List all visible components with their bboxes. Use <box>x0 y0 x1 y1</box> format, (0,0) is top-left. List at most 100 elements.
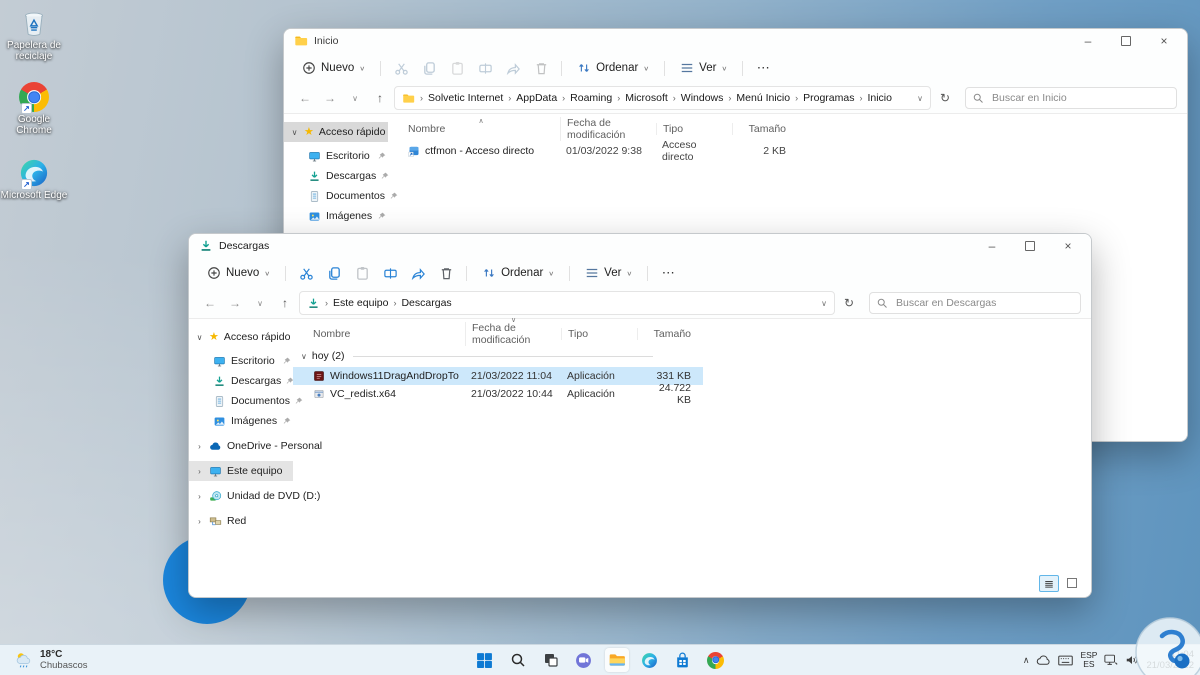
column-header-fecha[interactable]: ∨ Fecha de modificación <box>465 317 561 346</box>
sort-button[interactable]: Ordenar ∨ <box>474 263 562 283</box>
more-options-button[interactable]: ⋯ <box>655 262 681 284</box>
rename-button[interactable] <box>472 57 498 79</box>
paste-button[interactable] <box>444 57 470 79</box>
sidebar-item-documentos[interactable]: Documentos <box>284 186 398 206</box>
refresh-button[interactable]: ↻ <box>838 296 860 310</box>
view-button[interactable]: Ver ∨ <box>577 263 640 283</box>
share-button[interactable] <box>500 57 526 79</box>
close-button[interactable]: × <box>1145 30 1183 52</box>
breadcrumb[interactable]: › Este equipo › Descargas ∨ <box>299 291 835 315</box>
chat-button[interactable] <box>572 648 596 672</box>
sidebar-item-imagenes[interactable]: Imágenes <box>284 206 388 226</box>
breadcrumb-item[interactable]: Descargas <box>401 297 451 309</box>
column-header-nombre[interactable]: Nombre <box>307 328 465 340</box>
file-row-ctfmon[interactable]: ctfmon - Acceso directo 01/03/2022 9:38 … <box>388 139 1187 163</box>
cut-button[interactable] <box>293 262 319 284</box>
chevron-down-icon: ∨ <box>291 127 298 137</box>
close-button[interactable]: × <box>1049 235 1087 257</box>
view-button[interactable]: Ver ∨ <box>672 58 735 78</box>
sidebar-item-este-equipo[interactable]: › Este equipo <box>189 461 293 481</box>
sidebar-item-documentos[interactable]: Documentos <box>189 391 303 411</box>
titlebar[interactable]: Descargas – × <box>189 234 1091 258</box>
column-header-nombre[interactable]: ∧ Nombre <box>402 118 560 135</box>
paste-button[interactable] <box>349 262 375 284</box>
task-view-button[interactable] <box>539 648 563 672</box>
maximize-button[interactable] <box>1011 235 1049 257</box>
new-button[interactable]: Nuevo ∨ <box>199 263 278 283</box>
onedrive-tray-icon[interactable] <box>1036 654 1051 666</box>
delete-button[interactable] <box>433 262 459 284</box>
this-pc-icon <box>210 466 221 476</box>
column-header-tamano[interactable]: Tamaño <box>732 123 792 135</box>
breadcrumb[interactable]: › Solvetic Internet › AppData › Roaming … <box>394 86 931 110</box>
desktop-icon-microsoft-edge[interactable]: ↗ Microsoft Edge <box>0 158 68 201</box>
more-options-button[interactable]: ⋯ <box>750 57 776 79</box>
tray-overflow-button[interactable]: ∧ <box>1023 655 1030 666</box>
breadcrumb-item[interactable]: Este equipo <box>333 297 388 309</box>
microsoft-store-button[interactable] <box>671 648 695 672</box>
sidebar-item-onedrive[interactable]: › OneDrive - Personal <box>189 436 322 456</box>
breadcrumb-item[interactable]: Solvetic Internet <box>428 92 503 104</box>
sidebar-item-descargas[interactable]: Descargas <box>189 371 294 391</box>
back-button[interactable]: ← <box>199 296 221 310</box>
forward-button[interactable]: → <box>224 296 246 310</box>
titlebar[interactable]: Inicio – × <box>284 29 1187 53</box>
sidebar-item-descargas[interactable]: Descargas <box>284 166 389 186</box>
file-row-vc-redist-x64[interactable]: VC_redist.x64 21/03/2022 10:44 Aplicació… <box>293 382 703 406</box>
minimize-button[interactable]: – <box>1069 30 1107 52</box>
share-button[interactable] <box>405 262 431 284</box>
column-header-tipo[interactable]: Tipo <box>561 328 637 340</box>
chevron-right-icon: › <box>562 93 566 103</box>
maximize-button[interactable] <box>1107 30 1145 52</box>
language-indicator[interactable]: ESP ES <box>1080 651 1097 669</box>
address-dropdown-button[interactable]: ∨ <box>917 94 923 103</box>
desktop-icon-recycle-bin[interactable]: Papelera de reciclaje <box>0 8 68 62</box>
breadcrumb-item[interactable]: Roaming <box>570 92 612 104</box>
breadcrumb-item[interactable]: Inicio <box>867 92 892 104</box>
recent-locations-button[interactable]: ∨ <box>249 299 271 308</box>
sidebar-item-escritorio[interactable]: Escritorio <box>284 146 388 166</box>
breadcrumb-item[interactable]: Windows <box>681 92 724 104</box>
search-input[interactable] <box>965 87 1177 109</box>
copy-button[interactable] <box>321 262 347 284</box>
details-view-button[interactable] <box>1039 575 1059 592</box>
new-button[interactable]: Nuevo ∨ <box>294 58 373 78</box>
sort-button[interactable]: Ordenar ∨ <box>569 58 657 78</box>
up-button[interactable]: ↑ <box>369 91 391 105</box>
minimize-button[interactable]: – <box>973 235 1011 257</box>
sidebar-item-red[interactable]: › Red <box>189 511 293 531</box>
file-explorer-button[interactable] <box>604 648 629 672</box>
sidebar-item-quick-access[interactable]: ∨ ★ Acceso rápido <box>284 122 388 142</box>
start-button[interactable] <box>473 648 497 672</box>
address-dropdown-button[interactable]: ∨ <box>821 299 827 308</box>
sidebar-item-escritorio[interactable]: Escritorio <box>189 351 293 371</box>
search-input[interactable] <box>869 292 1081 314</box>
search-button[interactable] <box>506 648 530 672</box>
breadcrumb-item[interactable]: Programas <box>803 92 854 104</box>
up-button[interactable]: ↑ <box>274 296 296 310</box>
breadcrumb-item[interactable]: Menú Inicio <box>736 92 790 104</box>
sidebar-item-imagenes[interactable]: Imágenes <box>189 411 293 431</box>
back-button[interactable]: ← <box>294 91 316 105</box>
rename-button[interactable] <box>377 262 403 284</box>
icons-view-button[interactable] <box>1063 575 1081 590</box>
copy-button[interactable] <box>416 57 442 79</box>
column-header-tamano[interactable]: Tamaño <box>637 328 697 340</box>
refresh-button[interactable]: ↻ <box>934 91 956 105</box>
cut-button[interactable] <box>388 57 414 79</box>
sidebar-item-quick-access[interactable]: ∨ ★ Acceso rápido <box>189 327 293 347</box>
sidebar-item-dvd-drive[interactable]: › Unidad de DVD (D:) <box>189 486 320 506</box>
recent-locations-button[interactable]: ∨ <box>344 94 366 103</box>
breadcrumb-item[interactable]: AppData <box>516 92 557 104</box>
chrome-button[interactable] <box>704 648 728 672</box>
column-header-fecha[interactable]: Fecha de modificación <box>560 117 656 141</box>
network-tray-icon[interactable] <box>1104 654 1118 666</box>
edge-button[interactable] <box>638 648 662 672</box>
column-header-tipo[interactable]: Tipo <box>656 123 732 135</box>
touch-keyboard-icon[interactable] <box>1058 655 1074 666</box>
group-header-hoy[interactable]: ∨ hoy (2) <box>293 348 1091 364</box>
forward-button[interactable]: → <box>319 91 341 105</box>
desktop-icon-google-chrome[interactable]: ↗ Google Chrome <box>0 82 68 136</box>
breadcrumb-item[interactable]: Microsoft <box>625 92 668 104</box>
delete-button[interactable] <box>528 57 554 79</box>
